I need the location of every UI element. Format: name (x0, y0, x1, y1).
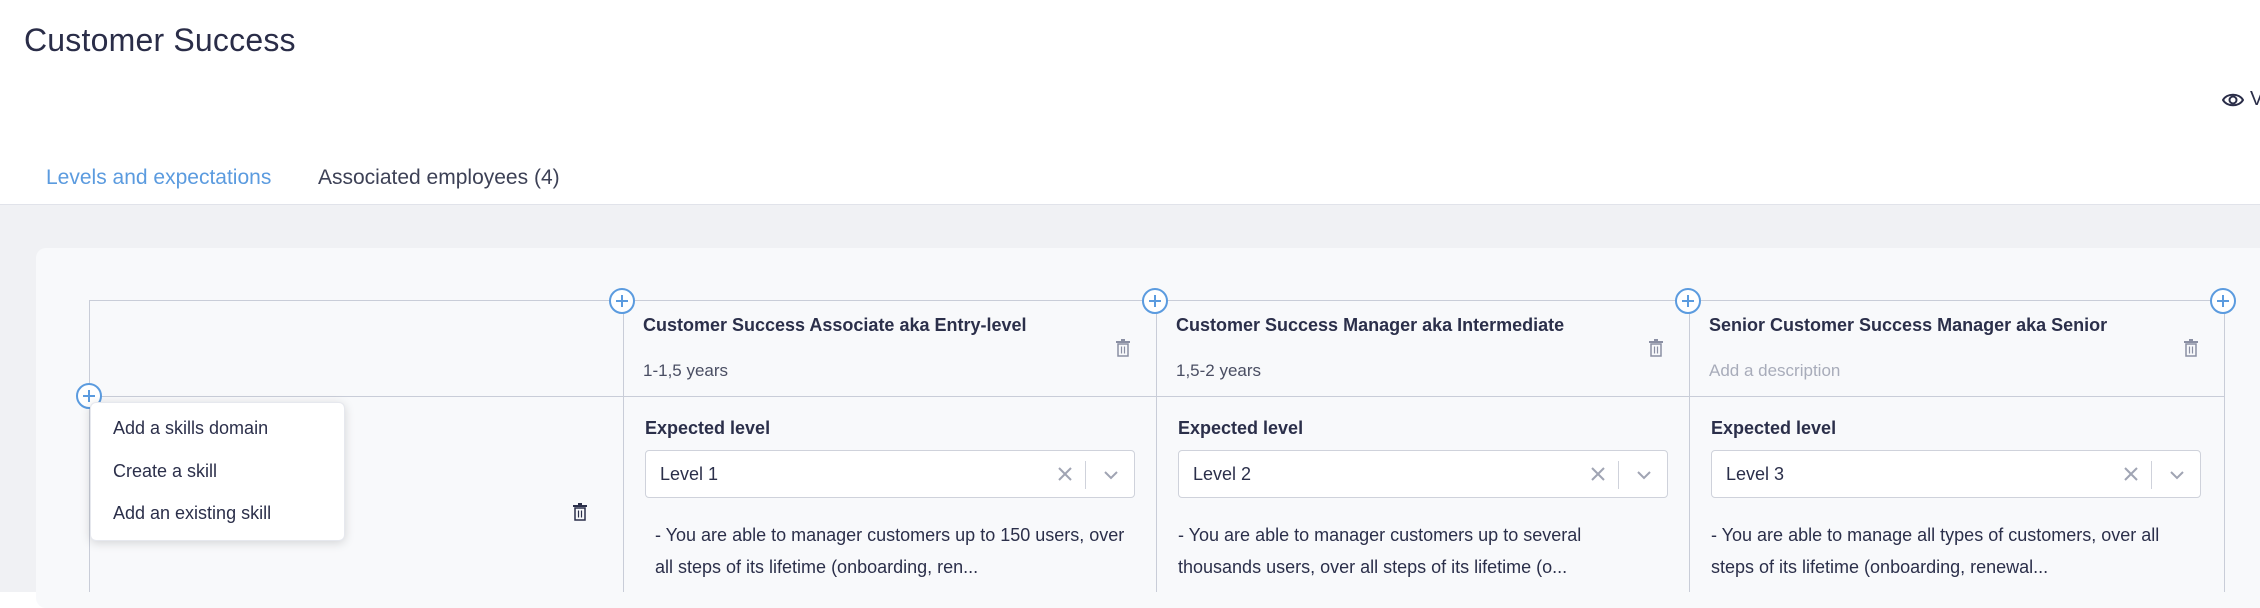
select-value: Level 3 (1726, 464, 1785, 484)
add-row-menu: Add a skills domain Create a skill Add a… (90, 402, 345, 541)
menu-item-add-skills-domain[interactable]: Add a skills domain (113, 418, 268, 439)
add-level-button[interactable] (2210, 288, 2236, 314)
expected-level-label: Expected level (1178, 418, 1304, 438)
chevron-down-icon[interactable] (2166, 464, 2188, 486)
select-value: Level 1 (660, 464, 719, 484)
grid-col1-line (623, 300, 624, 592)
clear-icon[interactable] (1056, 465, 1074, 483)
menu-item-create-skill[interactable]: Create a skill (113, 461, 217, 482)
view-button[interactable]: V (2222, 88, 2260, 111)
select-value: Level 2 (1193, 464, 1252, 484)
clear-icon[interactable] (2122, 465, 2140, 483)
level-title[interactable]: Senior Customer Success Manager aka Seni… (1709, 315, 2107, 336)
level-expectation-line: - You are able to manager customers up t… (655, 525, 1125, 545)
select-separator (2151, 461, 2152, 489)
level-title[interactable]: Customer Success Associate aka Entry-lev… (643, 315, 1027, 336)
add-level-button[interactable] (609, 288, 635, 314)
level-expectation-line: thousands users, over all steps of its l… (1178, 557, 1568, 577)
select-separator (1085, 461, 1086, 489)
expected-level-select[interactable]: Level 2 (1178, 450, 1668, 498)
level-expectation-line: all steps of its lifetime (onboarding, r… (655, 557, 979, 577)
select-separator (1618, 461, 1619, 489)
grid-right-line (2224, 300, 2225, 592)
expected-level-label: Expected level (645, 418, 771, 438)
tab-associated-employees[interactable]: Associated employees (4) (318, 166, 560, 190)
clear-icon[interactable] (1589, 465, 1607, 483)
eye-icon (2222, 93, 2244, 106)
expected-level-label: Expected level (1711, 418, 1837, 438)
chevron-down-icon[interactable] (1100, 464, 1122, 486)
page-header: Customer Success V Levels and expectatio… (0, 0, 2260, 205)
view-button-label: V (2250, 88, 2260, 110)
tab-levels-and-expectations[interactable]: Levels and expectations (46, 166, 271, 190)
expected-level-select[interactable]: Level 3 (1711, 450, 2201, 498)
level-description[interactable]: 1,5-2 years (1176, 361, 1261, 381)
level-description[interactable]: Add a description (1709, 361, 1840, 381)
trash-icon[interactable] (1648, 339, 1664, 357)
level-expectation-line: steps of its lifetime (onboarding, renew… (1711, 557, 2049, 577)
expected-level-select[interactable]: Level 1 (645, 450, 1135, 498)
level-expectation-line: - You are able to manager customers up t… (1178, 525, 1582, 545)
level-expectation-line: - You are able to manage all types of cu… (1711, 525, 2160, 545)
level-description[interactable]: 1-1,5 years (643, 361, 728, 381)
trash-icon[interactable] (572, 503, 588, 521)
page-title: Customer Success (24, 22, 296, 58)
menu-item-add-existing-skill[interactable]: Add an existing skill (113, 503, 271, 524)
add-level-button[interactable] (1675, 288, 1701, 314)
trash-icon[interactable] (1115, 339, 1131, 357)
level-title[interactable]: Customer Success Manager aka Intermediat… (1176, 315, 1564, 336)
tab-bar: Levels and expectations Associated emplo… (0, 150, 2260, 205)
chevron-down-icon[interactable] (1633, 464, 1655, 486)
add-level-button[interactable] (1142, 288, 1168, 314)
grid-col2-line (1156, 300, 1157, 592)
trash-icon[interactable] (2183, 339, 2199, 357)
grid-col3-line (1689, 300, 1690, 592)
